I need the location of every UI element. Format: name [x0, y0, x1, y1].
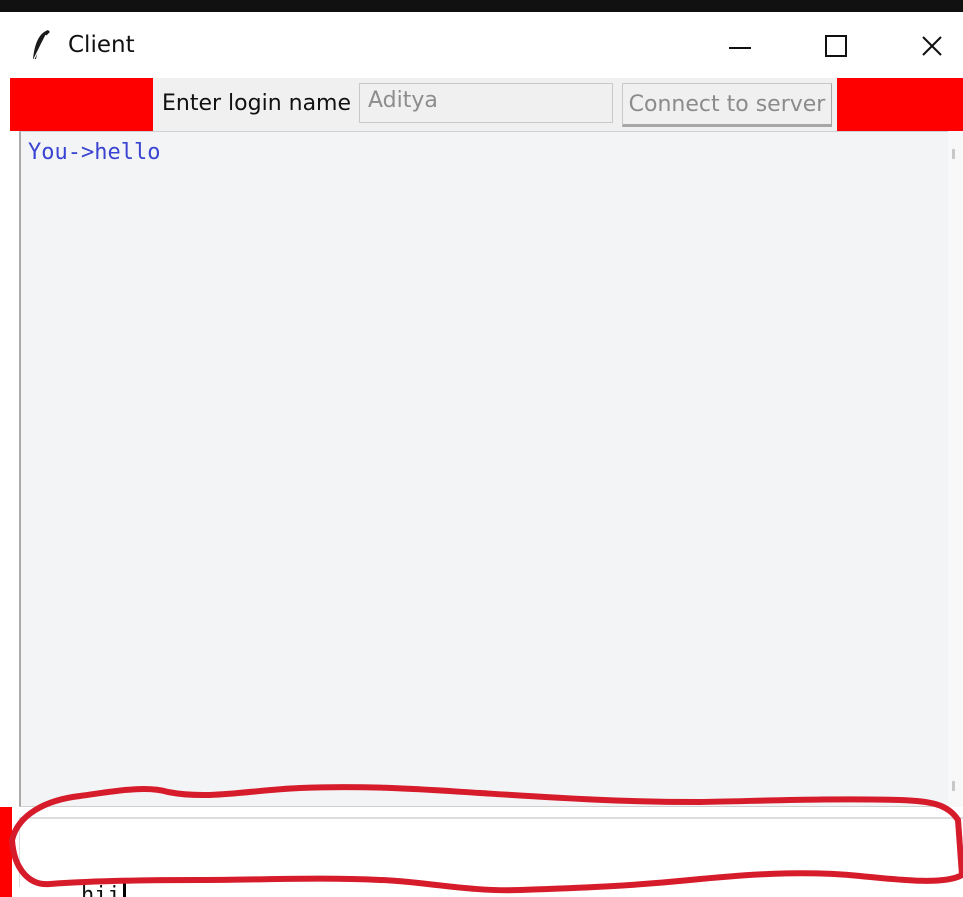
maximize-button[interactable] [814, 26, 858, 66]
minimize-button[interactable] [718, 26, 762, 66]
maximize-icon [825, 35, 847, 57]
login-name-input[interactable]: Aditya [359, 83, 613, 123]
chat-scrollbar[interactable] [948, 131, 963, 807]
message-entry-red-edge [0, 807, 12, 897]
minimize-icon [729, 47, 751, 49]
scroll-down-arrow[interactable] [952, 781, 955, 791]
feather-icon [33, 30, 50, 60]
login-name-label: Enter login name [162, 91, 352, 116]
chat-transcript[interactable]: You->hello [19, 131, 948, 807]
window-titlebar[interactable]: Client [0, 12, 963, 78]
close-button[interactable] [910, 26, 954, 66]
top-screen-border [0, 0, 963, 12]
text-cursor [122, 880, 126, 897]
scroll-up-arrow[interactable] [952, 149, 955, 159]
message-entry-text: hii [80, 883, 121, 897]
connect-to-server-button[interactable]: Connect to server [622, 83, 832, 127]
window-title: Client [68, 32, 135, 58]
close-icon [922, 36, 942, 56]
login-frame: Enter login name Aditya Connect to serve… [153, 78, 837, 131]
chat-message: You->hello [28, 140, 161, 165]
message-entry[interactable]: hii [19, 817, 963, 897]
